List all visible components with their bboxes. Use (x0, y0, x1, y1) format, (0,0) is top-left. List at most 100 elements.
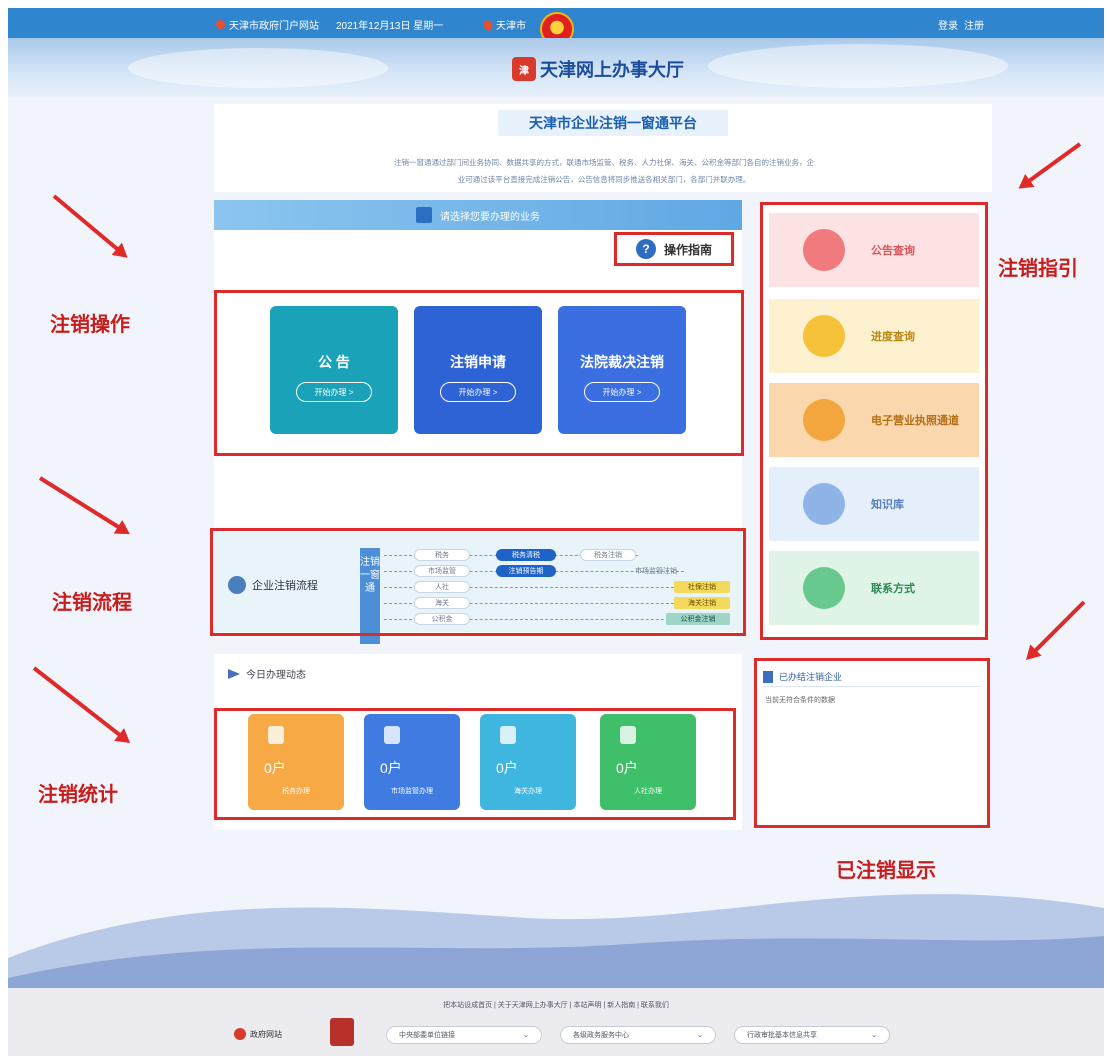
guide-label: 操作指南 (663, 242, 712, 257)
platform-description: 注销一窗通通过部门间业务协同、数据共享的方式，联通市场监管、税务、人力社保、海关… (304, 154, 904, 188)
send-icon (228, 668, 240, 679)
arrow-icon (1025, 142, 1082, 185)
card-title: 法院裁决注销 (580, 354, 664, 370)
annotation-stats: 注销统计 (38, 784, 118, 806)
stat-customs[interactable]: 0户 海关办理 (480, 714, 576, 810)
flow-highlight-box (210, 528, 746, 636)
select-approval[interactable]: 行政审批基本信息共享 ⌄ (734, 1026, 890, 1044)
description-line: 注销一窗通通过部门间业务协同、数据共享的方式，联通市场监管、税务、人力社保、海关… (394, 158, 814, 167)
annotation-operate: 注销操作 (50, 314, 130, 336)
arrow-icon (32, 666, 124, 739)
gov-badge-icon (234, 1028, 246, 1040)
e-license-item[interactable]: 电子营业执照通道 (769, 383, 979, 457)
arrow-icon (38, 476, 123, 531)
login-link[interactable]: 登录 (938, 17, 958, 32)
start-button[interactable]: 开始办理 > (584, 382, 660, 402)
stat-value: 0户 (380, 760, 402, 776)
gov-site-label: 政府网站 (250, 1029, 282, 1039)
notice-query-item[interactable]: 公告查询 (769, 213, 979, 287)
page-frame: 天津市政府门户网站 2021年12月13日 星期一 天津市 登录 注册 津 天津… (8, 8, 1104, 1056)
progress-query-item[interactable]: 进度查询 (769, 299, 979, 373)
select-label: 行政审批基本信息共享 (747, 1032, 817, 1039)
card-title: 注销申请 (450, 354, 506, 370)
knowledge-base-item[interactable]: 知识库 (769, 467, 979, 541)
stat-market[interactable]: 0户 市场监管办理 (364, 714, 460, 810)
megaphone-icon (803, 229, 845, 271)
portal-icon (216, 20, 225, 29)
start-button[interactable]: 开始办理 > (440, 382, 516, 402)
party-badge-icon[interactable] (330, 1018, 354, 1046)
select-centers[interactable]: 各级政务服务中心 ⌄ (560, 1026, 716, 1044)
stat-value: 0户 (496, 760, 518, 776)
select-label: 各级政务服务中心 (573, 1032, 629, 1039)
site-logo[interactable]: 津 天津网上办事大厅 (512, 56, 684, 82)
portal-label: 天津市政府门户网站 (229, 21, 319, 32)
stat-label: 海关办理 (514, 788, 542, 795)
banner-cloud (128, 48, 388, 88)
platform-intro: 天津市企业注销一窗通平台 注销一窗通通过部门间业务协同、数据共享的方式，联通市场… (214, 104, 992, 192)
annotation-guide: 注销指引 (998, 258, 1078, 280)
shield-icon (384, 726, 400, 744)
notice-card[interactable]: 公 告 开始办理 > (270, 306, 398, 434)
chevron-down-icon: ⌄ (697, 1032, 703, 1039)
arrow-icon (1031, 600, 1086, 655)
chevron-down-icon: ⌄ (871, 1032, 877, 1039)
stat-value: 0户 (264, 760, 286, 776)
contact-item[interactable]: 联系方式 (769, 551, 979, 625)
court-cancel-card[interactable]: 法院裁决注销 开始办理 > (558, 306, 686, 434)
business-header-label: 请选择您要办理的业务 (440, 211, 540, 223)
register-link[interactable]: 注册 (964, 17, 984, 32)
arrow-icon (52, 194, 122, 253)
footer: 把本站设成首页 | 关于天津网上办事大厅 | 本站声明 | 新人指南 | 联系我… (8, 988, 1104, 1056)
card-title: 公 告 (318, 354, 350, 370)
logo-text: 天津网上办事大厅 (540, 60, 684, 80)
chevron-down-icon: ⌄ (523, 1032, 529, 1039)
select-label: 中央部委单位链接 (399, 1032, 455, 1039)
completed-title: 已办结注销企业 (779, 672, 843, 682)
annotation-flow: 注销流程 (52, 592, 132, 614)
person-icon (500, 726, 516, 744)
side-guide-panel: 公告查询 进度查询 电子营业执照通道 知识库 联系方式 (760, 202, 988, 640)
start-button[interactable]: 开始办理 > (296, 382, 372, 402)
tax-icon (268, 726, 284, 744)
gov-site-badge[interactable]: 政府网站 (234, 1022, 282, 1046)
license-icon (803, 399, 845, 441)
guide-button[interactable]: ? 操作指南 (614, 232, 734, 266)
footer-links[interactable]: 把本站设成首页 | 关于天津网上办事大厅 | 本站声明 | 新人指南 | 联系我… (8, 1000, 1104, 1010)
book-icon (803, 483, 845, 525)
stat-label: 人社办理 (634, 788, 662, 795)
side-item-label: 进度查询 (871, 331, 915, 343)
stats-header: 今日办理动态 (228, 666, 306, 681)
side-item-label: 知识库 (871, 499, 904, 511)
stats-title: 今日办理动态 (246, 670, 306, 681)
empty-message: 当前无符合条件的数据 (765, 697, 835, 704)
contact-icon (803, 567, 845, 609)
banner-cloud (708, 44, 1008, 88)
portal-link[interactable]: 天津市政府门户网站 (216, 17, 319, 32)
description-line: 业可通过该平台直接完成注销公告，公告信息将同步推送各相关部门，各部门并联办理。 (457, 175, 751, 184)
stat-value: 0户 (616, 760, 638, 776)
location-pin-icon (481, 18, 495, 31)
stat-label: 税务办理 (282, 788, 310, 795)
city-selector[interactable]: 天津市 (481, 17, 526, 32)
business-header: 请选择您要办理的业务 (214, 200, 742, 230)
completed-header: 已办结注销企业 (763, 667, 981, 687)
completed-panel: 已办结注销企业 当前无符合条件的数据 (754, 658, 990, 828)
date-text: 2021年12月13日 星期一 (336, 21, 444, 32)
background-hills (8, 894, 1104, 998)
question-icon: ? (635, 239, 656, 259)
side-item-label: 联系方式 (871, 583, 915, 595)
side-item-label: 电子营业执照通道 (871, 415, 959, 427)
logo-mark-icon: 津 (512, 57, 536, 81)
stat-label: 市场监管办理 (391, 788, 433, 795)
cancel-apply-card[interactable]: 注销申请 开始办理 > (414, 306, 542, 434)
side-item-label: 公告查询 (871, 245, 915, 257)
pointer-icon (416, 207, 432, 223)
select-central[interactable]: 中央部委单位链接 ⌄ (386, 1026, 542, 1044)
building-icon (763, 670, 773, 683)
magnifier-icon (803, 315, 845, 357)
flag-icon (620, 726, 636, 744)
stat-hr[interactable]: 0户 人社办理 (600, 714, 696, 810)
platform-title: 天津市企业注销一窗通平台 (498, 110, 728, 136)
stat-tax[interactable]: 0户 税务办理 (248, 714, 344, 810)
